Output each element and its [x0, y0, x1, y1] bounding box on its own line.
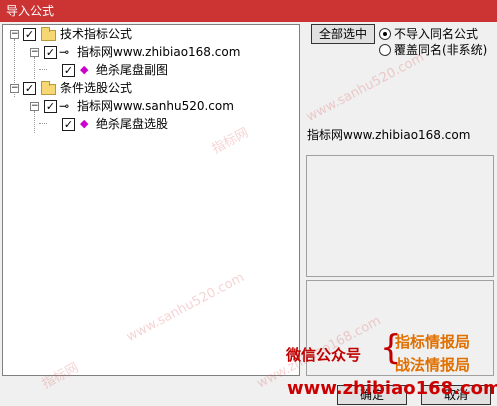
- gem-icon: ◆: [80, 63, 89, 76]
- folder-icon: [41, 27, 56, 41]
- tree-item-label: 绝杀尾盘副图: [96, 63, 169, 77]
- tree-item-jueshawei-futu[interactable]: ✓ ◆ 绝杀尾盘副图: [3, 61, 293, 79]
- minus-box-icon[interactable]: −: [30, 102, 39, 111]
- radio-overwrite-dot[interactable]: [379, 44, 391, 56]
- radio-skip-label: 不导入同名公式: [394, 27, 479, 41]
- radio-skip-dot[interactable]: [379, 28, 391, 40]
- formula-source-text: 指标网www.zhibiao168.com: [307, 128, 471, 142]
- window-title-bar: 导入公式: [0, 0, 497, 22]
- jueshawei-futu-checkbox[interactable]: ✓: [62, 64, 75, 77]
- formula-tree[interactable]: − ✓ 技术指标公式 − ✓ ⊸ 指标网www.zhibiao168.com ✓…: [2, 24, 300, 376]
- window-title: 导入公式: [6, 4, 55, 18]
- tree-item-stock-filter-formulas[interactable]: − ✓ 条件选股公式: [3, 79, 293, 97]
- minus-box-icon[interactable]: −: [10, 84, 19, 93]
- minus-box-icon[interactable]: −: [10, 30, 19, 39]
- select-all-button[interactable]: 全部选中: [311, 24, 375, 44]
- gem-icon: ◆: [80, 117, 89, 130]
- jueshawei-xuangu-checkbox[interactable]: ✓: [62, 118, 75, 131]
- tree-item-label: 指标网www.sanhu520.com: [77, 99, 234, 113]
- tree-item-label: 条件选股公式: [60, 81, 133, 95]
- radio-option-overwrite[interactable]: 覆盖同名(非系统): [379, 43, 497, 57]
- tree-item-label: 指标网www.zhibiao168.com: [77, 45, 241, 59]
- folder-icon: [41, 81, 56, 95]
- ad-line-2: 战法情报局: [395, 356, 471, 374]
- watermark-text: www.sanhu520.com: [304, 50, 427, 125]
- radio-overwrite-label: 覆盖同名(非系统): [394, 43, 488, 57]
- tree-item-tech-formulas[interactable]: − ✓ 技术指标公式: [3, 25, 293, 43]
- ad-line-1: 指标情报局: [395, 333, 471, 351]
- ad-url: www.zhibiao168.com: [287, 378, 497, 399]
- ad-wechat-label: 微信公众号: [286, 346, 362, 364]
- zhibiao168-checkbox[interactable]: ✓: [44, 46, 57, 59]
- radio-option-skip[interactable]: 不导入同名公式: [379, 27, 497, 41]
- key-icon: ⊸: [59, 45, 70, 59]
- tree-item-sanhu520[interactable]: − ✓ ⊸ 指标网www.sanhu520.com: [3, 97, 293, 115]
- tree-item-label: 技术指标公式: [60, 27, 133, 41]
- tree-item-jueshawei-xuangu[interactable]: ✓ ◆ 绝杀尾盘选股: [3, 115, 293, 133]
- sanhu520-checkbox[interactable]: ✓: [44, 100, 57, 113]
- formula-description-panel: [306, 155, 494, 277]
- key-icon: ⊸: [59, 99, 70, 113]
- tech-formulas-checkbox[interactable]: ✓: [23, 28, 36, 41]
- minus-box-icon[interactable]: −: [30, 48, 39, 57]
- tree-item-label: 绝杀尾盘选股: [96, 117, 169, 131]
- tree-item-zhibiao168[interactable]: − ✓ ⊸ 指标网www.zhibiao168.com: [3, 43, 293, 61]
- stock-filter-checkbox[interactable]: ✓: [23, 82, 36, 95]
